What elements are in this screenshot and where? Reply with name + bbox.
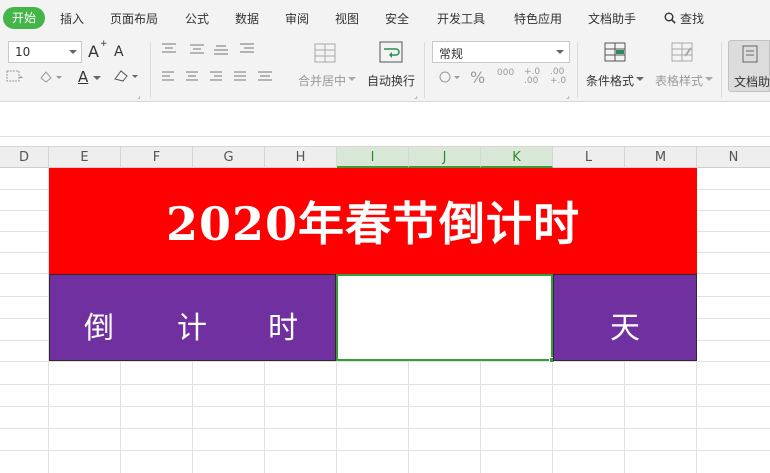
decrease-decimal-button[interactable]: .00 +.0	[550, 68, 570, 86]
wrap-text-icon[interactable]	[378, 40, 404, 64]
menu-tab-formula[interactable]: 公式	[185, 9, 209, 29]
days-label-cell[interactable]: 天	[553, 274, 697, 361]
grid-line	[0, 406, 770, 407]
menu-tab-insert[interactable]: 插入	[60, 9, 84, 29]
menu-bar: 开始 插入 页面布局 公式 数据 审阅 视图 安全 开发工具 特色应用 文档助手…	[0, 0, 770, 36]
countdown-char-2: 计	[177, 311, 207, 346]
increase-decimal-button[interactable]: +.0 .00	[524, 68, 544, 86]
font-color-button[interactable]: A	[78, 68, 88, 86]
merge-cells-icon[interactable]	[314, 42, 336, 64]
menu-tab-page-layout[interactable]: 页面布局	[110, 9, 158, 29]
eraser-icon[interactable]	[112, 69, 140, 83]
toolbar-divider	[721, 42, 722, 98]
menu-tab-features[interactable]: 特色应用	[514, 9, 562, 29]
doc-helper-button[interactable]: 文档助	[728, 40, 770, 92]
column-header: D E F G H I J K L M N	[0, 146, 770, 168]
conditional-format-button[interactable]: 条件格式	[586, 72, 634, 89]
grid-line	[0, 384, 770, 385]
font-size-value: 10	[15, 45, 31, 59]
toolbar-divider	[424, 42, 425, 98]
menu-tab-review[interactable]: 审阅	[285, 9, 309, 29]
align-top-icons[interactable]	[160, 42, 270, 56]
grid-line	[0, 450, 770, 451]
column-header-g[interactable]: G	[193, 147, 265, 168]
menu-tab-doc-helper[interactable]: 文档助手	[588, 9, 636, 29]
percent-button[interactable]: %	[470, 68, 485, 87]
doc-helper-label: 文档助	[734, 75, 770, 89]
column-header-e[interactable]: E	[49, 147, 121, 168]
menu-tab-data[interactable]: 数据	[235, 9, 259, 29]
menu-tab-start[interactable]: 开始	[3, 7, 45, 29]
countdown-label-cell[interactable]: 倒 计 时	[49, 274, 336, 361]
font-size-select[interactable]: 10	[8, 41, 82, 63]
column-header-f[interactable]: F	[121, 147, 193, 168]
chevron-down-icon[interactable]	[636, 77, 644, 83]
wrap-text-button[interactable]: 自动换行	[367, 72, 415, 89]
grid-line	[0, 361, 770, 362]
countdown-char-3: 时	[268, 311, 298, 346]
currency-icon[interactable]	[438, 70, 462, 84]
column-header-n[interactable]: N	[697, 147, 770, 168]
grid-line	[0, 428, 770, 429]
chevron-down-icon[interactable]	[93, 76, 101, 82]
countdown-title: 2020年春节倒计时	[165, 197, 581, 251]
fill-color-icon[interactable]	[38, 70, 66, 84]
font-grow-button[interactable]: A	[88, 42, 99, 61]
countdown-char-1: 倒	[84, 311, 114, 346]
column-header-m[interactable]: M	[625, 147, 697, 168]
column-header-h[interactable]: H	[265, 147, 337, 168]
chevron-down-icon	[556, 50, 564, 54]
font-shrink-button[interactable]: A	[114, 44, 124, 60]
days-value-cell-selected[interactable]	[336, 274, 553, 361]
dialog-launcher-icon[interactable]: ⌟	[566, 91, 570, 100]
merge-center-button[interactable]: 合并居中	[298, 72, 346, 89]
column-header-i[interactable]: I	[337, 147, 409, 168]
toolbar-divider	[150, 42, 151, 98]
days-label: 天	[610, 311, 640, 346]
title-merged-cell[interactable]: 2020年春节倒计时	[49, 168, 697, 274]
document-icon	[742, 45, 758, 63]
menu-tab-developer[interactable]: 开发工具	[437, 9, 485, 29]
dialog-launcher-icon[interactable]: ⌟	[414, 91, 418, 100]
column-header-k[interactable]: K	[481, 147, 553, 168]
menu-tab-security[interactable]: 安全	[385, 9, 409, 29]
plus-icon: +	[100, 39, 108, 49]
column-header-d[interactable]: D	[0, 147, 49, 168]
menu-search[interactable]: 查找	[680, 9, 704, 29]
chevron-down-icon[interactable]	[348, 77, 356, 83]
ribbon-toolbar: 10 A + A A 合并居中 自动换行 常规 % 000 +.0 .00 .0…	[0, 36, 770, 102]
menu-tab-view[interactable]: 视图	[335, 9, 359, 29]
formula-bar-area	[0, 103, 770, 146]
chevron-down-icon[interactable]	[705, 77, 713, 83]
dialog-launcher-icon[interactable]: ⌟	[137, 91, 141, 100]
chevron-down-icon	[69, 50, 77, 54]
number-format-value: 常规	[439, 47, 464, 61]
thousands-separator-button[interactable]: 000	[497, 68, 514, 78]
conditional-format-icon[interactable]	[603, 41, 627, 63]
column-header-j[interactable]: J	[409, 147, 481, 168]
align-horizontal-icons[interactable]	[160, 70, 280, 84]
formula-bar-divider	[0, 136, 770, 137]
table-style-button[interactable]: 表格样式	[655, 72, 703, 89]
toolbar-divider	[577, 42, 578, 98]
table-style-icon[interactable]	[670, 41, 694, 63]
border-icon[interactable]	[6, 70, 24, 84]
column-header-l[interactable]: L	[553, 147, 625, 168]
search-icon[interactable]	[664, 12, 676, 24]
number-format-select[interactable]: 常规	[432, 41, 570, 63]
